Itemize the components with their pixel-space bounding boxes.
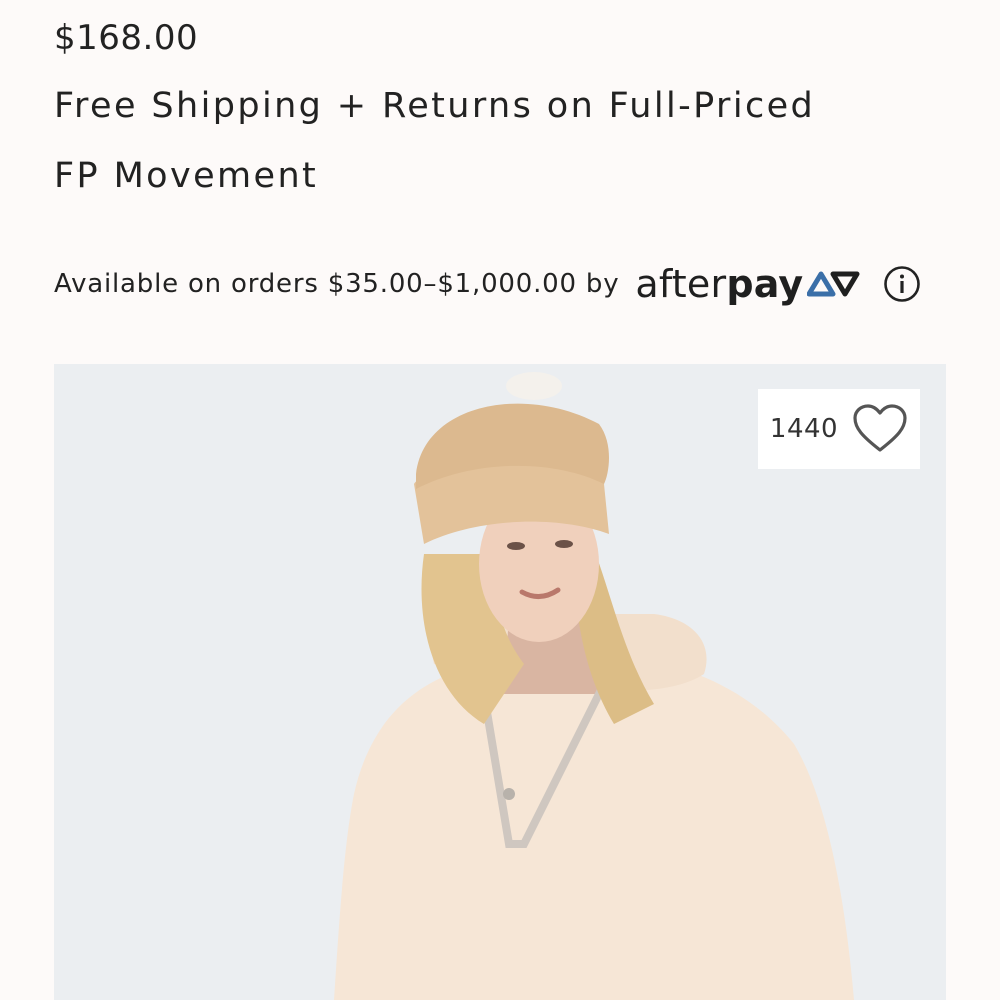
afterpay-logo-bold: pay [726, 262, 804, 306]
afterpay-message: Available on orders $35.00–$1,000.00 by [54, 269, 620, 299]
afterpay-logo-light: after [635, 262, 727, 306]
product-price: $168.00 [54, 18, 199, 58]
info-circle-icon[interactable] [883, 265, 921, 303]
afterpay-arrows-icon [807, 271, 860, 297]
like-count: 1440 [769, 414, 839, 444]
shipping-promo: Free Shipping + Returns on Full-Priced [54, 86, 816, 126]
afterpay-banner: Available on orders $35.00–$1,000.00 by … [54, 256, 921, 312]
product-detail-page: $168.00 Free Shipping + Returns on Full-… [0, 0, 1000, 1000]
brand-link[interactable]: FP Movement [54, 156, 318, 196]
afterpay-logo: after pay [635, 262, 861, 306]
like-button[interactable]: 1440 [758, 389, 920, 469]
heart-outline-icon [853, 404, 907, 452]
